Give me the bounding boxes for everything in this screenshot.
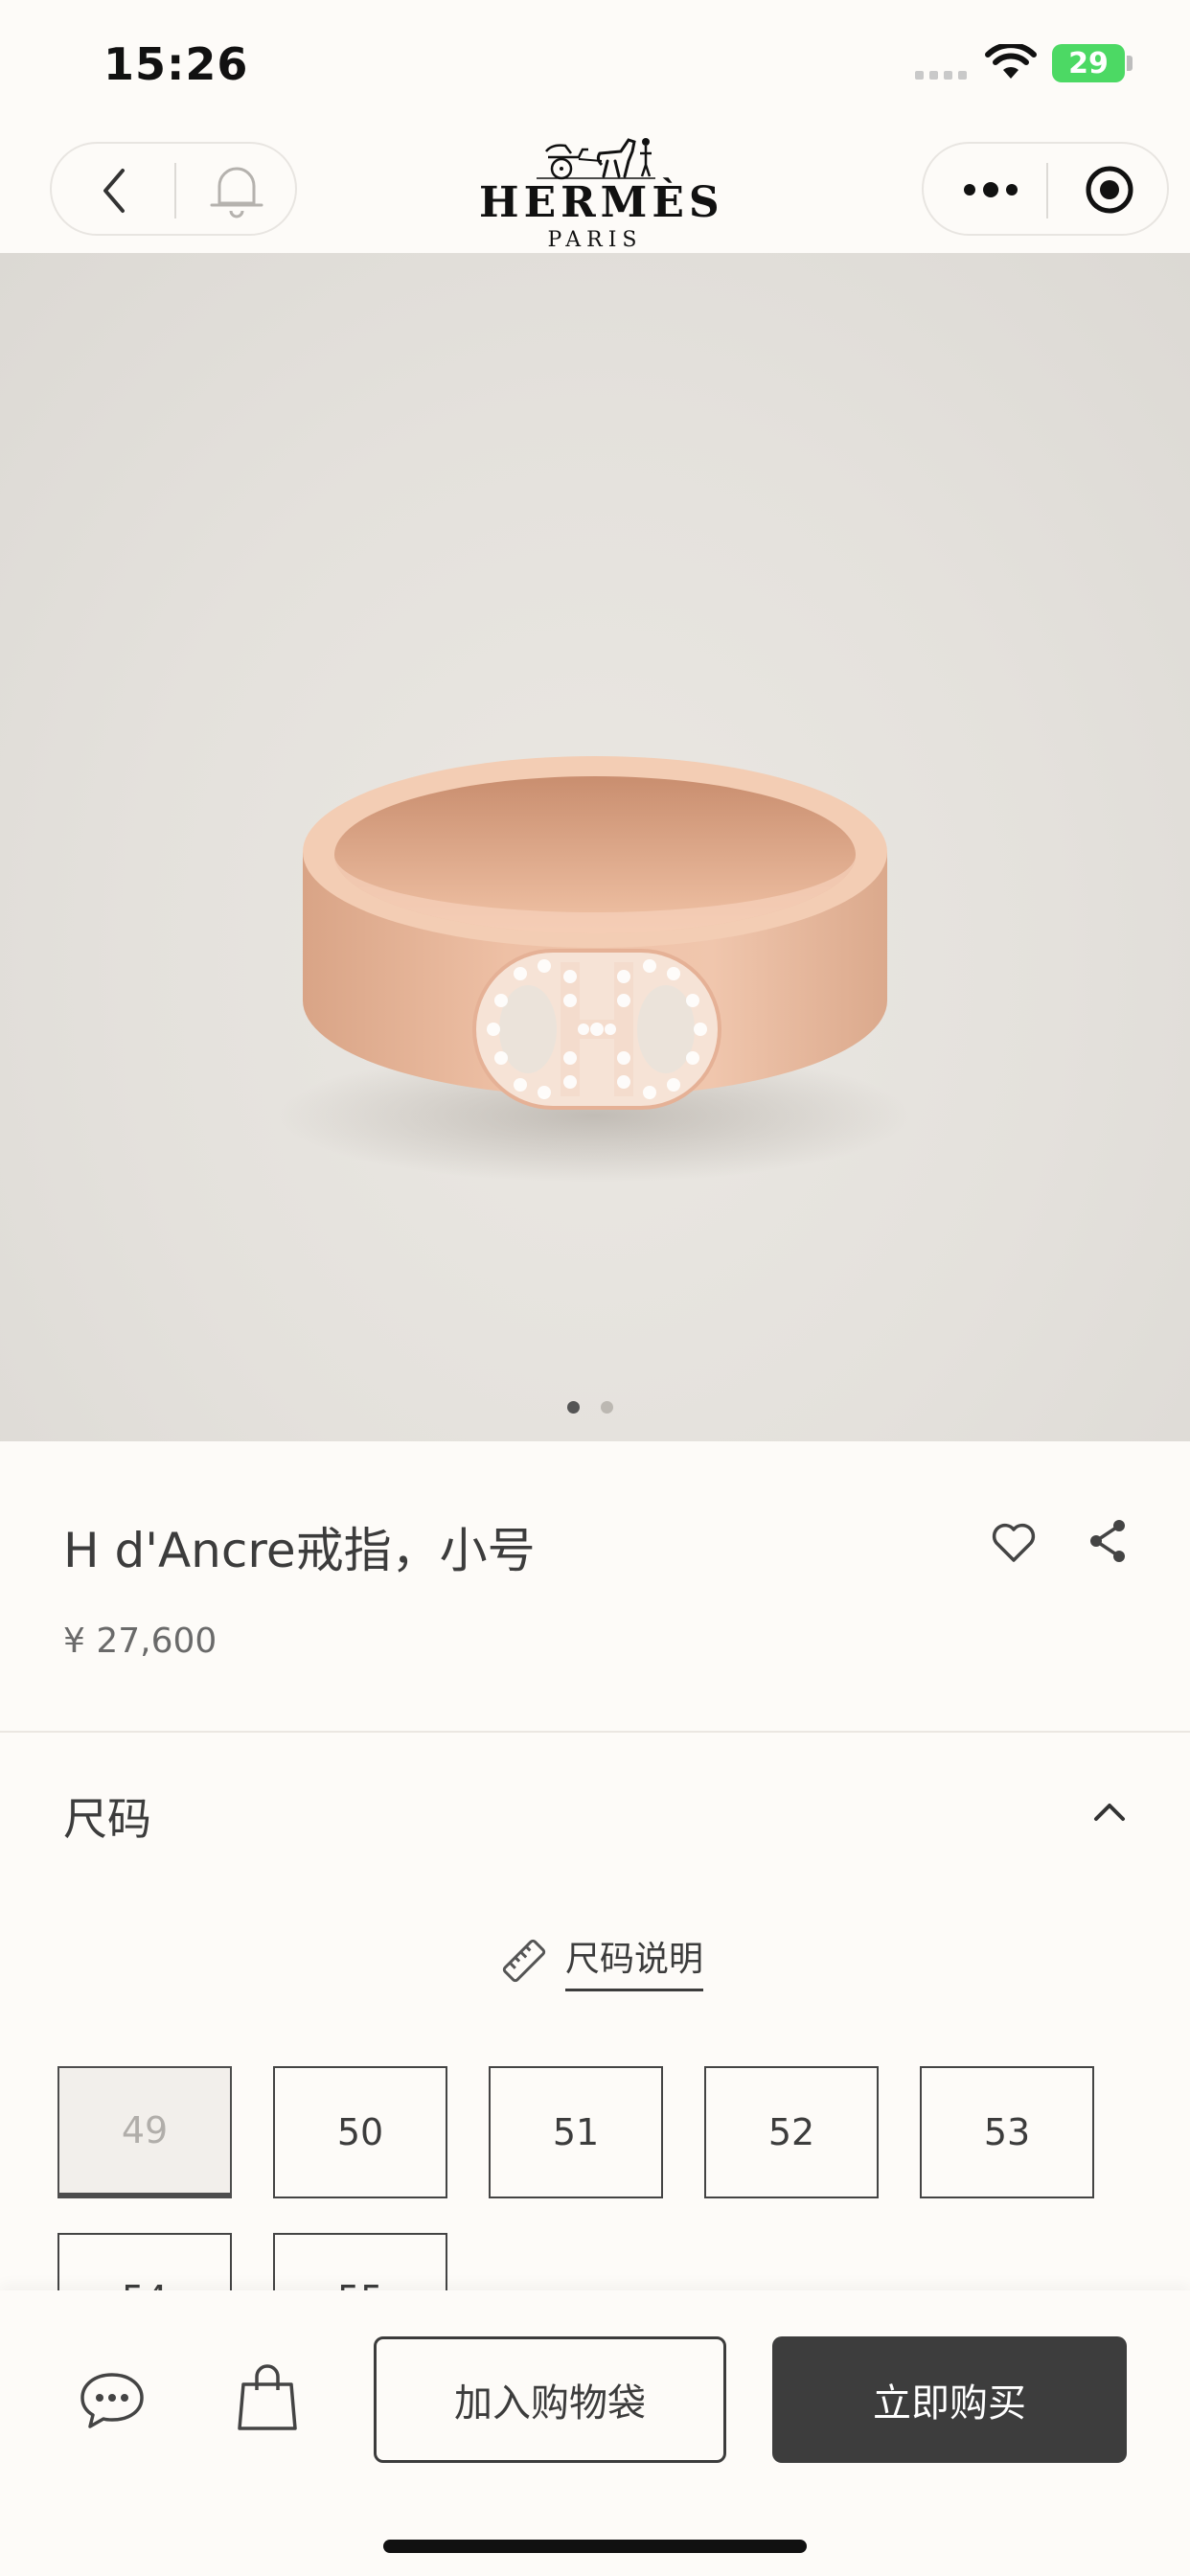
- brand-city: PARIS: [547, 228, 643, 252]
- more-icon: [964, 182, 1018, 197]
- chevron-up-icon: [1094, 1804, 1125, 1821]
- customer-service-button[interactable]: [77, 2367, 148, 2434]
- brand-name: HERMÈS: [479, 178, 724, 227]
- brand-logo: HERMÈS PARIS: [479, 132, 724, 255]
- wifi-icon: [985, 44, 1037, 79]
- product-price: ¥ 27,600: [63, 1622, 217, 1661]
- size-option-53[interactable]: 53: [920, 2066, 1094, 2198]
- carriage-logo-icon: [537, 138, 655, 180]
- battery-level: 29: [1068, 46, 1109, 80]
- bell-icon: [210, 167, 263, 218]
- nav-divider: [1046, 163, 1048, 218]
- back-icon: [103, 169, 125, 213]
- section-divider: [0, 1731, 1190, 1733]
- size-label: 50: [336, 2111, 384, 2153]
- ruler-icon: [502, 1939, 546, 1983]
- shopping-bag-button[interactable]: [234, 2361, 301, 2434]
- carousel-dot-active: [567, 1401, 580, 1414]
- status-bar: 15:26 29: [0, 0, 1190, 126]
- ring-image: [278, 756, 910, 1183]
- nav-left-capsule: [50, 142, 297, 236]
- add-to-bag-button[interactable]: 加入购物袋: [374, 2336, 726, 2463]
- size-label: 51: [552, 2111, 600, 2153]
- product-image-carousel[interactable]: [0, 253, 1190, 1441]
- product-page: 15:26 29 HERMÈS PARIS H d'Ancre戒指，小号 ¥ 2…: [0, 0, 1190, 2576]
- chat-icon: [80, 2373, 144, 2428]
- size-option-51[interactable]: 51: [489, 2066, 663, 2198]
- favorite-button[interactable]: [987, 1516, 1041, 1570]
- carousel-indicator: [567, 1401, 625, 1414]
- heart-icon: [992, 1523, 1036, 1562]
- size-section-header[interactable]: 尺码: [63, 1784, 151, 1848]
- close-miniprogram-button[interactable]: [1071, 159, 1148, 220]
- home-indicator: [383, 2540, 807, 2553]
- bottom-action-bar: 加入购物袋 立即购买: [0, 2290, 1190, 2576]
- share-button[interactable]: [1081, 1514, 1134, 1568]
- battery-tip: [1127, 56, 1133, 71]
- back-button[interactable]: [90, 167, 138, 215]
- bag-icon: [238, 2364, 297, 2430]
- notification-button[interactable]: [203, 159, 270, 222]
- more-button[interactable]: [945, 161, 1037, 218]
- size-guide-label: 尺码说明: [565, 1931, 704, 1991]
- nav-right-capsule: [922, 142, 1169, 236]
- size-option-52[interactable]: 52: [704, 2066, 879, 2198]
- size-option-50[interactable]: 50: [273, 2066, 447, 2198]
- size-label: 52: [767, 2111, 815, 2153]
- size-label: 53: [983, 2111, 1031, 2153]
- carousel-dot: [601, 1401, 613, 1414]
- battery-icon: 29: [1052, 44, 1125, 82]
- size-guide-link[interactable]: 尺码说明: [500, 1930, 704, 1991]
- product-title: H d'Ancre戒指，小号: [63, 1523, 536, 1578]
- size-option-49[interactable]: 49: [57, 2066, 232, 2198]
- status-time: 15:26: [103, 38, 249, 90]
- size-label: 49: [121, 2109, 169, 2151]
- share-icon: [1090, 1520, 1125, 1562]
- target-icon: [1086, 166, 1133, 214]
- nav-divider: [174, 163, 176, 218]
- size-collapse-button[interactable]: [1083, 1784, 1136, 1838]
- signal-icon: [915, 71, 973, 80]
- buy-now-button[interactable]: 立即购买: [772, 2336, 1127, 2463]
